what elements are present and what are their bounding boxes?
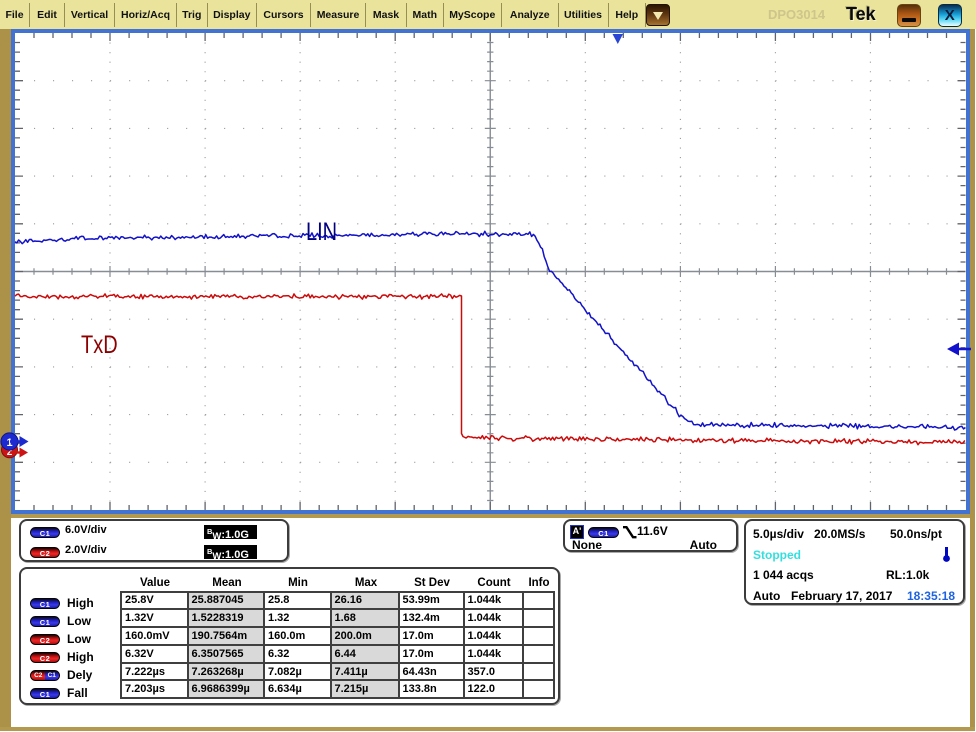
svg-text:1: 1 — [6, 437, 12, 449]
svg-text:LIN: LIN — [306, 218, 337, 246]
svg-text:TxD: TxD — [81, 331, 118, 359]
